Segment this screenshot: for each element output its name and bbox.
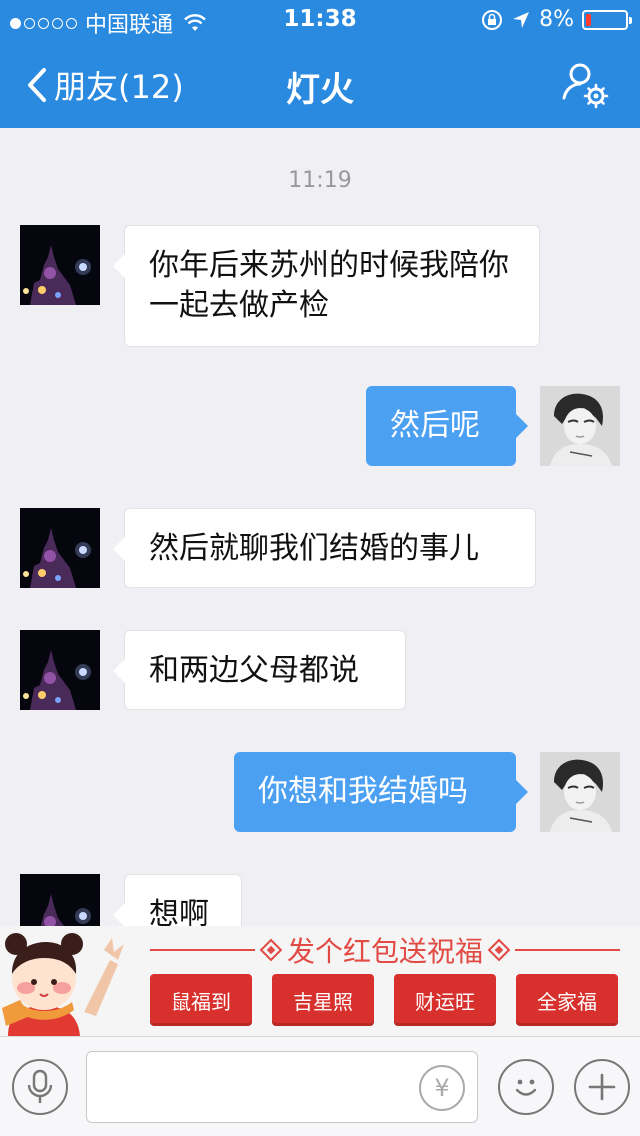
castle-avatar-icon xyxy=(20,508,100,588)
diamond-icon xyxy=(487,938,511,962)
location-arrow-icon xyxy=(513,11,530,28)
friend-avatar[interactable] xyxy=(20,874,100,926)
person-avatar-icon xyxy=(540,386,620,466)
message-bubble-incoming[interactable]: 和两边父母都说 xyxy=(113,630,406,710)
red-packet-title: 发个红包送祝福 xyxy=(287,935,484,968)
battery-percent: 8% xyxy=(539,7,574,32)
plus-icon xyxy=(588,1073,616,1101)
red-packet-yen-button[interactable]: ¥ xyxy=(419,1065,465,1111)
message-bubble-incoming[interactable]: 想啊 xyxy=(113,874,242,926)
red-packet-banner: 发个红包送祝福 鼠福到 吉星照 财运旺 全家福 xyxy=(0,926,640,1036)
status-bar: 中国联通 11:38 8% xyxy=(0,0,640,40)
red-packet-button[interactable]: 鼠福到 xyxy=(150,974,252,1026)
message-bubble-incoming[interactable]: 然后就聊我们结婚的事儿 xyxy=(113,508,536,588)
back-label: 朋友(12) xyxy=(54,68,184,106)
castle-avatar-icon xyxy=(20,225,100,305)
voice-button[interactable] xyxy=(12,1059,68,1115)
lock-rotation-icon xyxy=(482,9,503,30)
header: 中国联通 11:38 8% 朋友(12) 灯火 xyxy=(0,0,640,128)
yen-icon: ¥ xyxy=(434,1074,450,1102)
red-packet-button[interactable]: 财运旺 xyxy=(394,974,496,1026)
battery-icon xyxy=(582,9,632,30)
red-packet-header: 发个红包送祝福 xyxy=(150,930,621,970)
profile-settings-icon xyxy=(562,63,609,109)
profile-settings-button[interactable] xyxy=(560,60,610,110)
emoji-icon xyxy=(515,1079,537,1096)
castle-avatar-icon xyxy=(20,630,100,710)
my-avatar[interactable] xyxy=(540,752,620,832)
message-bubble-outgoing[interactable]: 然后呢 xyxy=(366,386,528,466)
diamond-icon xyxy=(259,938,283,962)
input-bar: ¥ xyxy=(0,1036,640,1136)
microphone-icon xyxy=(27,1069,53,1103)
person-avatar-icon xyxy=(540,752,620,832)
back-button[interactable]: 朋友(12) xyxy=(26,62,184,108)
friend-avatar[interactable] xyxy=(20,630,100,710)
message-timestamp: 11:19 xyxy=(288,168,352,193)
friend-avatar[interactable] xyxy=(20,225,100,305)
message-bubble-incoming[interactable]: 你年后来苏州的时候我陪你一起去做产检 xyxy=(113,225,540,347)
message-input-box: ¥ xyxy=(86,1051,478,1123)
nav-bar: 朋友(12) 灯火 xyxy=(0,40,640,128)
emoji-button[interactable] xyxy=(498,1059,554,1115)
castle-avatar-icon xyxy=(20,874,100,926)
red-packet-button[interactable]: 吉星照 xyxy=(272,974,374,1026)
back-chevron-icon xyxy=(28,68,46,102)
red-packet-button[interactable]: 全家福 xyxy=(516,974,618,1026)
chat-area[interactable]: 11:19 你年后来苏州的时候我陪你一起去做产检 然后呢 然后就聊我们结婚的事儿… xyxy=(0,128,640,926)
friend-avatar[interactable] xyxy=(20,508,100,588)
more-plus-button[interactable] xyxy=(574,1059,630,1115)
my-avatar[interactable] xyxy=(540,386,620,466)
girl-mascot-icon xyxy=(0,930,130,1036)
message-input[interactable] xyxy=(97,1062,417,1112)
message-bubble-outgoing[interactable]: 你想和我结婚吗 xyxy=(234,752,528,832)
